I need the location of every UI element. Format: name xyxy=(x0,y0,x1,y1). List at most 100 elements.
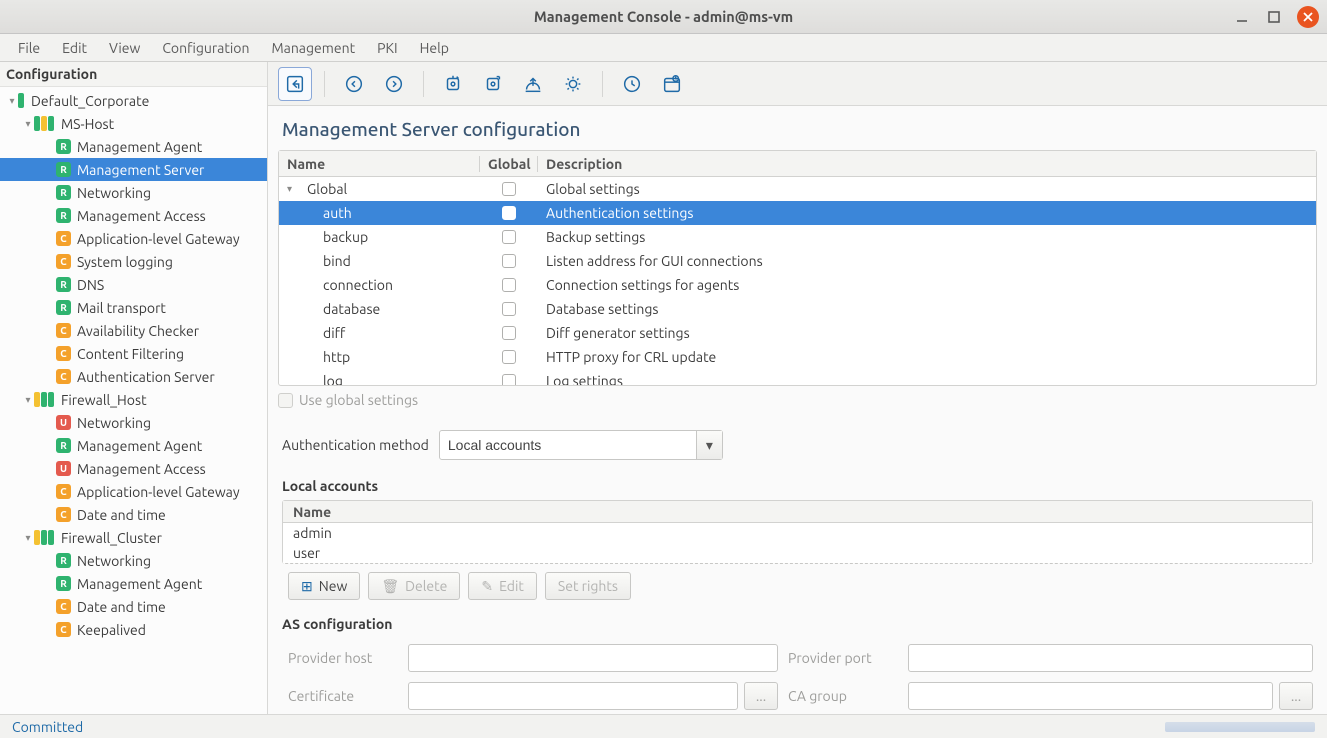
caret-icon[interactable]: ▾ xyxy=(6,95,18,107)
menu-item-edit[interactable]: Edit xyxy=(52,36,97,60)
upload-button[interactable] xyxy=(516,67,550,101)
tree-item-authentication-server[interactable]: CAuthentication Server xyxy=(0,365,267,388)
config-row-database[interactable]: databaseDatabase settings xyxy=(279,297,1316,321)
badge-icon: C xyxy=(56,346,71,361)
config-row-global[interactable]: ▾GlobalGlobal settings xyxy=(279,177,1316,201)
chevron-down-icon[interactable]: ▾ xyxy=(696,431,722,459)
tree-item-date-and-time[interactable]: CDate and time xyxy=(0,503,267,526)
config-row-diff[interactable]: diffDiff generator settings xyxy=(279,321,1316,345)
auth-method-combo[interactable]: ▾ xyxy=(439,430,723,460)
expand-icon[interactable]: ▾ xyxy=(287,183,299,195)
edit-button[interactable]: ✎ Edit xyxy=(468,572,537,600)
global-checkbox[interactable] xyxy=(502,182,516,196)
menu-item-management[interactable]: Management xyxy=(261,36,365,60)
global-checkbox[interactable] xyxy=(502,302,516,316)
menu-item-file[interactable]: File xyxy=(8,36,50,60)
menu-item-configuration[interactable]: Configuration xyxy=(152,36,259,60)
tree-item-dns[interactable]: RDNS xyxy=(0,273,267,296)
account-row-admin[interactable]: admin xyxy=(283,523,1312,543)
tree-item-networking[interactable]: RNetworking xyxy=(0,549,267,572)
tree-item-management-agent[interactable]: RManagement Agent xyxy=(0,572,267,595)
local-accounts-col-name[interactable]: Name xyxy=(283,501,1312,523)
delete-button[interactable]: 🗑 Delete xyxy=(368,572,460,600)
nav-next-icon xyxy=(383,73,405,95)
global-checkbox[interactable] xyxy=(502,206,516,220)
col-header-name[interactable]: Name xyxy=(279,156,479,172)
config-row-backup[interactable]: backupBackup settings xyxy=(279,225,1316,249)
statusbar: Committed xyxy=(0,714,1327,738)
provider-host-input[interactable] xyxy=(408,644,778,672)
tree-item-networking[interactable]: RNetworking xyxy=(0,181,267,204)
tree-item-management-agent[interactable]: RManagement Agent xyxy=(0,135,267,158)
auth-method-input[interactable] xyxy=(440,437,696,453)
progress-indicator xyxy=(1165,722,1315,732)
tree-item-firewall-cluster[interactable]: ▾ Firewall_Cluster xyxy=(0,526,267,549)
titlebar: Management Console - admin@ms-vm xyxy=(0,0,1327,34)
tree-item-application-level-gateway[interactable]: CApplication-level Gateway xyxy=(0,480,267,503)
config-row-auth[interactable]: authAuthentication settings xyxy=(279,201,1316,225)
account-row-user[interactable]: user xyxy=(283,543,1312,563)
menu-item-view[interactable]: View xyxy=(99,36,150,60)
set-rights-button[interactable]: Set rights xyxy=(545,572,631,600)
caret-icon[interactable]: ▾ xyxy=(22,532,34,544)
col-header-global[interactable]: Global xyxy=(479,156,537,172)
config-row-log[interactable]: logLog settings xyxy=(279,369,1316,385)
schedule-button[interactable] xyxy=(655,67,689,101)
config-row-http[interactable]: httpHTTP proxy for CRL update xyxy=(279,345,1316,369)
global-checkbox[interactable] xyxy=(502,230,516,244)
global-checkbox[interactable] xyxy=(502,326,516,340)
multi-badge-icon xyxy=(34,116,55,131)
tree-item-firewall-host[interactable]: ▾Firewall_Host xyxy=(0,388,267,411)
badge-icon: R xyxy=(56,185,71,200)
config-row-bind[interactable]: bindListen address for GUI connections xyxy=(279,249,1316,273)
global-checkbox[interactable] xyxy=(502,350,516,364)
nav-prev-button[interactable] xyxy=(337,67,371,101)
tree-item-management-agent[interactable]: RManagement Agent xyxy=(0,434,267,457)
nav-next-button[interactable] xyxy=(377,67,411,101)
export-config-button[interactable] xyxy=(476,67,510,101)
new-button[interactable]: ⊞ New xyxy=(288,572,360,600)
tree-item-system-logging[interactable]: CSystem logging xyxy=(0,250,267,273)
import-config-button[interactable] xyxy=(436,67,470,101)
provider-port-input[interactable] xyxy=(908,644,1313,672)
reload-button[interactable] xyxy=(615,67,649,101)
ca-group-input[interactable] xyxy=(908,682,1273,710)
tree-item-networking[interactable]: UNetworking xyxy=(0,411,267,434)
tree-item-date-and-time[interactable]: CDate and time xyxy=(0,595,267,618)
provider-host-label: Provider host xyxy=(288,650,398,666)
config-tree[interactable]: ▾Default_Corporate▾MS-HostRManagement Ag… xyxy=(0,87,267,714)
config-table-body[interactable]: ▾GlobalGlobal settingsauthAuthentication… xyxy=(279,177,1316,385)
caret-icon[interactable]: ▾ xyxy=(22,118,34,130)
tree-item-management-access[interactable]: RManagement Access xyxy=(0,204,267,227)
certificate-input[interactable] xyxy=(408,682,738,710)
config-row-connection[interactable]: connectionConnection settings for agents xyxy=(279,273,1316,297)
tree-item-management-access[interactable]: UManagement Access xyxy=(0,457,267,480)
close-button[interactable] xyxy=(1297,6,1319,28)
tree-item-availability-checker[interactable]: CAvailability Checker xyxy=(0,319,267,342)
maximize-button[interactable] xyxy=(1265,8,1283,26)
badge-icon: R xyxy=(56,438,71,453)
caret-icon[interactable]: ▾ xyxy=(22,394,34,406)
col-header-description[interactable]: Description xyxy=(537,156,1316,172)
ca-group-browse-button[interactable]: ... xyxy=(1279,682,1313,710)
tree-item-default-corporate[interactable]: ▾Default_Corporate xyxy=(0,89,267,112)
config-row-name: log xyxy=(287,373,343,385)
tree-item-label: Firewall_Cluster xyxy=(61,530,162,546)
minimize-button[interactable] xyxy=(1233,8,1251,26)
badge-icon: R xyxy=(56,208,71,223)
tree-item-application-level-gateway[interactable]: CApplication-level Gateway xyxy=(0,227,267,250)
tree-item-management-server[interactable]: RManagement Server xyxy=(0,158,267,181)
gear-sync-button[interactable] xyxy=(556,67,590,101)
tree-item-ms-host[interactable]: ▾ MS-Host xyxy=(0,112,267,135)
tree-item-keepalived[interactable]: CKeepalived xyxy=(0,618,267,641)
back-button[interactable] xyxy=(278,67,312,101)
tree-item-mail-transport[interactable]: RMail transport xyxy=(0,296,267,319)
tree-item-label: MS-Host xyxy=(61,116,114,132)
menu-item-pki[interactable]: PKI xyxy=(367,36,407,60)
global-checkbox[interactable] xyxy=(502,254,516,268)
menu-item-help[interactable]: Help xyxy=(410,36,459,60)
tree-item-content-filtering[interactable]: CContent Filtering xyxy=(0,342,267,365)
global-checkbox[interactable] xyxy=(502,278,516,292)
certificate-browse-button[interactable]: ... xyxy=(744,682,778,710)
global-checkbox[interactable] xyxy=(502,374,516,385)
